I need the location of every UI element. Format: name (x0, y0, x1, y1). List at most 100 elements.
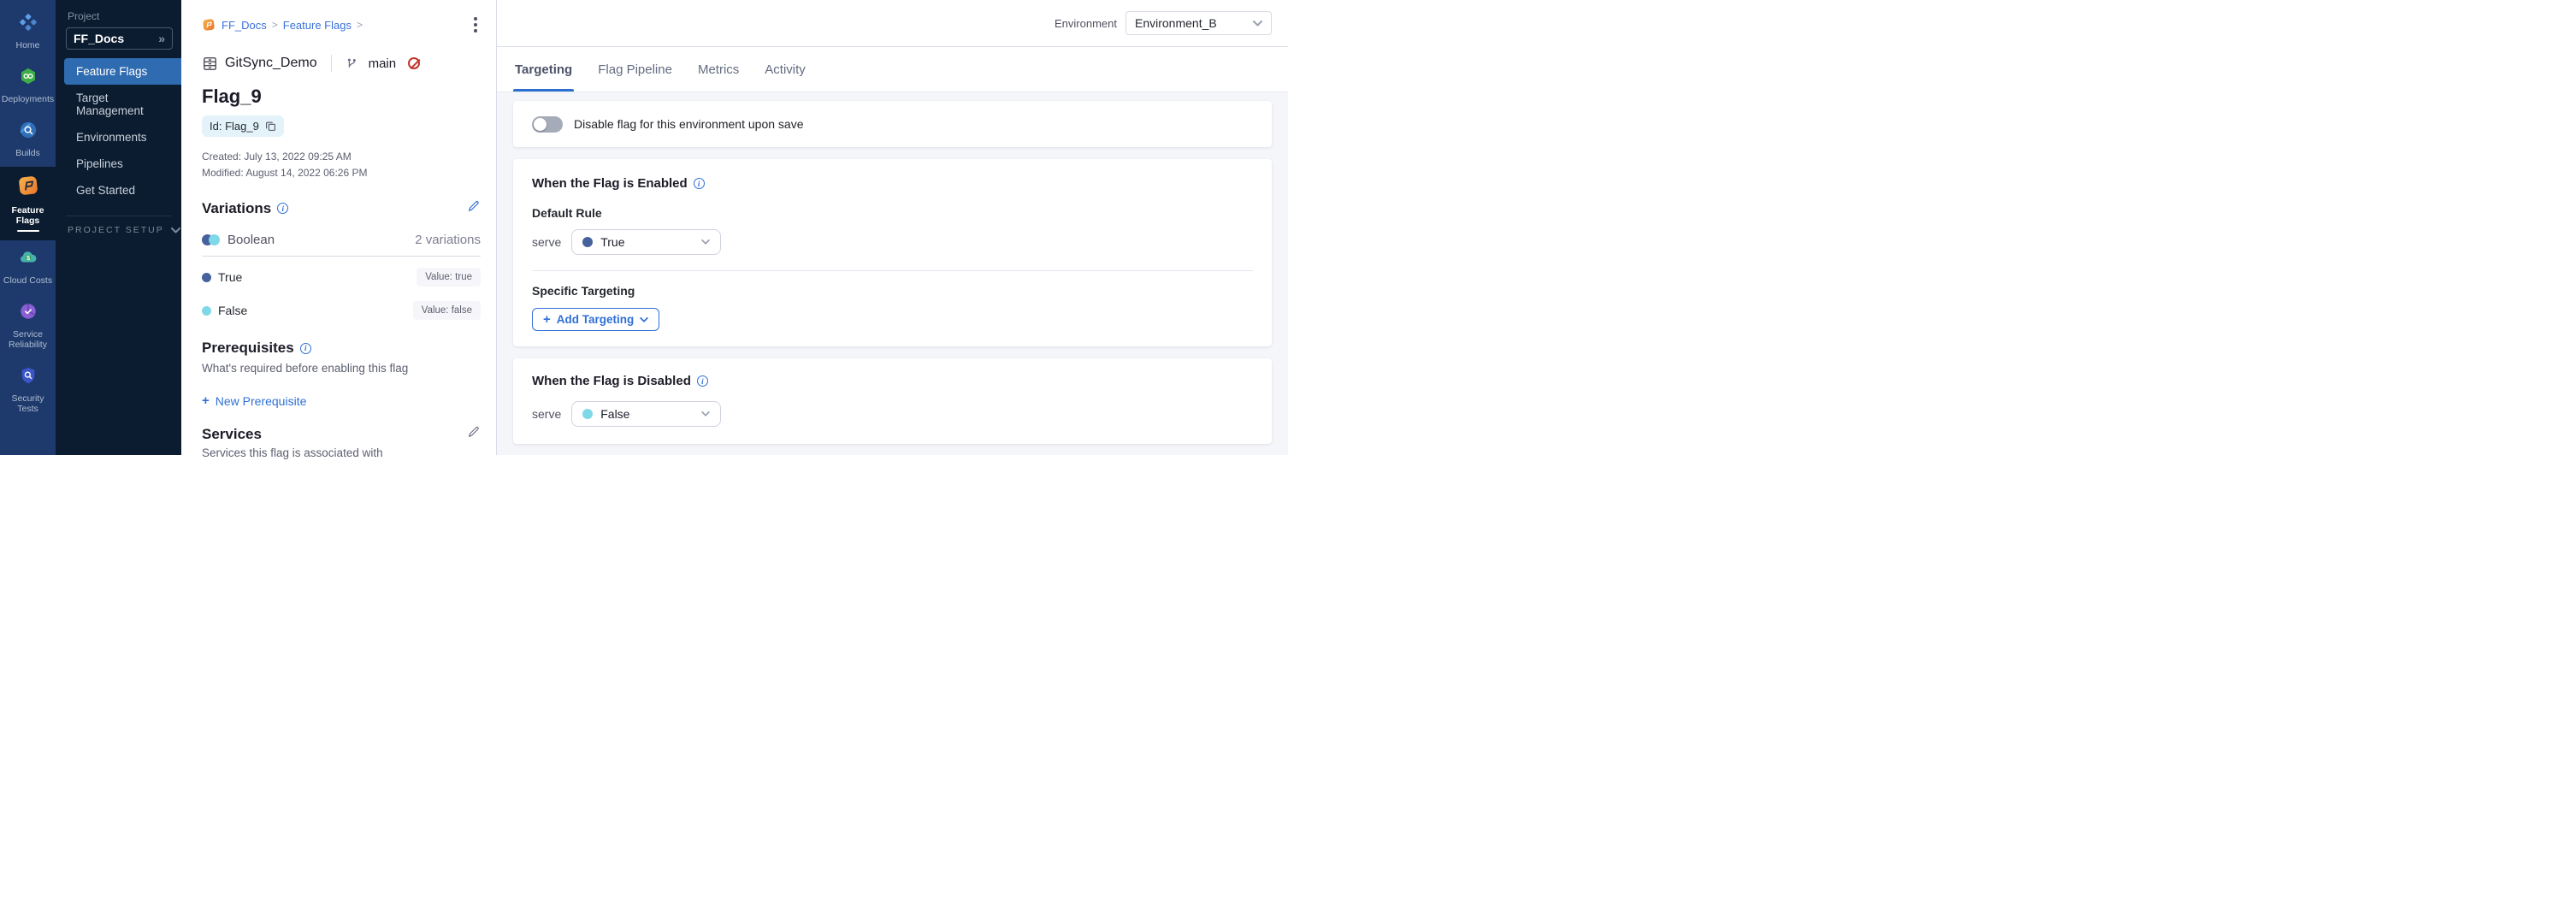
module-item-feature-flags[interactable]: Feature Flags (0, 167, 56, 240)
module-item-label: Deployments (2, 94, 54, 104)
flag-id-text: Id: Flag_9 (210, 120, 259, 133)
module-item-security-tests[interactable]: Security Tests (0, 358, 56, 422)
flag-disabled-title: When the Flag is Disabled (532, 374, 691, 388)
disable-flag-toggle[interactable] (532, 116, 563, 133)
breadcrumb-separator: > (357, 19, 363, 31)
variation-row-false: False Value: false (202, 301, 481, 320)
variations-title: Variations (202, 200, 271, 217)
module-item-home[interactable]: Home (0, 5, 56, 59)
git-branch-icon (346, 57, 358, 70)
variation-value-badge: Value: true (417, 268, 481, 287)
flag-detail-pane: FF_Docs > Feature Flags > GitSync_Demo m… (181, 0, 497, 455)
variation-color-dot (582, 237, 593, 247)
project-nav: Project FF_Docs » Feature Flags Target M… (56, 0, 181, 455)
edit-services-button[interactable] (467, 425, 481, 443)
variation-type-label: Boolean (227, 233, 275, 247)
variation-color-dot (202, 306, 211, 316)
module-item-label: Cloud Costs (3, 275, 52, 286)
module-item-cloud-costs[interactable]: $ Cloud Costs (0, 240, 56, 294)
gitsync-row: GitSync_Demo main (202, 55, 481, 72)
home-icon (19, 13, 38, 36)
breadcrumb-link-project[interactable]: FF_Docs (222, 19, 267, 32)
tab-flag-pipeline[interactable]: Flag Pipeline (596, 47, 674, 92)
module-item-builds[interactable]: Builds (0, 113, 56, 167)
chevron-down-icon (640, 317, 648, 322)
flag-id-chip: Id: Flag_9 (202, 115, 284, 137)
repository-icon (202, 56, 218, 72)
project-setup-label: PROJECT SETUP (68, 225, 164, 235)
boolean-type-icon (202, 234, 220, 245)
gitsync-repo-name: GitSync_Demo (225, 56, 317, 71)
enabled-serve-select[interactable]: True (571, 229, 721, 255)
deployments-icon (19, 67, 38, 90)
enabled-serve-value: True (600, 235, 694, 249)
module-item-label: Feature Flags (2, 205, 54, 226)
add-targeting-button[interactable]: + Add Targeting (532, 308, 659, 331)
disabled-serve-value: False (600, 407, 694, 421)
flag-enabled-card: When the Flag is Enabled i Default Rule … (513, 159, 1272, 346)
variation-color-dot (582, 409, 593, 419)
prerequisites-title: Prerequisites (202, 340, 294, 357)
flag-disabled-card: When the Flag is Disabled i serve False (513, 358, 1272, 444)
prerequisites-subtitle: What's required before enabling this fla… (202, 362, 481, 375)
builds-icon (19, 121, 38, 144)
sidebar-item-environments[interactable]: Environments (56, 124, 181, 151)
sidebar-item-pipelines[interactable]: Pipelines (56, 151, 181, 177)
sidebar-item-feature-flags[interactable]: Feature Flags (64, 58, 181, 85)
page-title: Flag_9 (202, 86, 481, 108)
default-rule-serve-row: serve True (532, 229, 1253, 255)
services-title: Services (202, 426, 262, 443)
flag-enabled-title: When the Flag is Enabled (532, 176, 688, 191)
security-tests-icon (19, 366, 38, 389)
active-module-underline (17, 230, 39, 232)
sidebar-item-target-management[interactable]: Target Management (56, 85, 181, 124)
git-branch-name: main (369, 56, 397, 71)
feature-flags-icon (17, 174, 39, 201)
module-item-label: Security Tests (2, 393, 54, 414)
tab-activity[interactable]: Activity (763, 47, 807, 92)
module-item-label: Builds (15, 148, 40, 158)
breadcrumb: FF_Docs > Feature Flags > (202, 15, 481, 34)
environment-topbar: Environment Environment_B (497, 0, 1288, 47)
environment-label: Environment (1055, 17, 1117, 30)
chevron-down-icon (1253, 21, 1262, 27)
vertical-divider (331, 55, 332, 72)
plus-icon: + (202, 393, 210, 408)
breadcrumb-link-feature-flags[interactable]: Feature Flags (283, 19, 352, 32)
info-icon: i (694, 178, 705, 189)
modified-timestamp: Modified: August 14, 2022 06:26 PM (202, 167, 481, 179)
environment-select[interactable]: Environment_B (1126, 11, 1272, 35)
feature-flags-small-icon (202, 18, 216, 32)
add-targeting-label: Add Targeting (557, 313, 635, 326)
service-reliability-icon (19, 302, 38, 325)
project-setup-toggle[interactable]: PROJECT SETUP (68, 225, 181, 235)
new-prerequisite-button[interactable]: + New Prerequisite (202, 393, 481, 408)
info-icon: i (697, 375, 708, 387)
tab-metrics[interactable]: Metrics (696, 47, 741, 92)
kebab-menu-icon[interactable] (470, 15, 481, 34)
prerequisites-header: Prerequisites i (202, 340, 481, 357)
project-name: FF_Docs (74, 32, 124, 45)
variation-name: True (218, 270, 242, 284)
section-divider (202, 256, 481, 257)
environment-select-value: Environment_B (1135, 16, 1217, 30)
project-selector[interactable]: FF_Docs » (66, 27, 173, 50)
sidebar-item-get-started[interactable]: Get Started (56, 177, 181, 204)
services-subtitle: Services this flag is associated with (202, 446, 481, 459)
specific-targeting-label: Specific Targeting (532, 284, 1253, 298)
disabled-serve-select[interactable]: False (571, 401, 721, 427)
variation-name: False (218, 304, 247, 317)
services-header: Services (202, 425, 481, 443)
info-icon: i (300, 343, 311, 354)
info-icon: i (277, 203, 288, 214)
edit-variations-button[interactable] (467, 199, 481, 217)
disable-flag-card: Disable flag for this environment upon s… (513, 101, 1272, 147)
module-item-deployments[interactable]: Deployments (0, 59, 56, 113)
environment-panel: Environment Environment_B Targeting Flag… (497, 0, 1288, 455)
module-item-label: Service Reliability (2, 329, 54, 350)
copy-icon[interactable] (265, 121, 276, 132)
created-timestamp: Created: July 13, 2022 09:25 AM (202, 151, 481, 162)
module-item-service-reliability[interactable]: Service Reliability (0, 294, 56, 358)
tab-targeting[interactable]: Targeting (513, 47, 574, 92)
default-rule-label: Default Rule (532, 206, 1253, 220)
